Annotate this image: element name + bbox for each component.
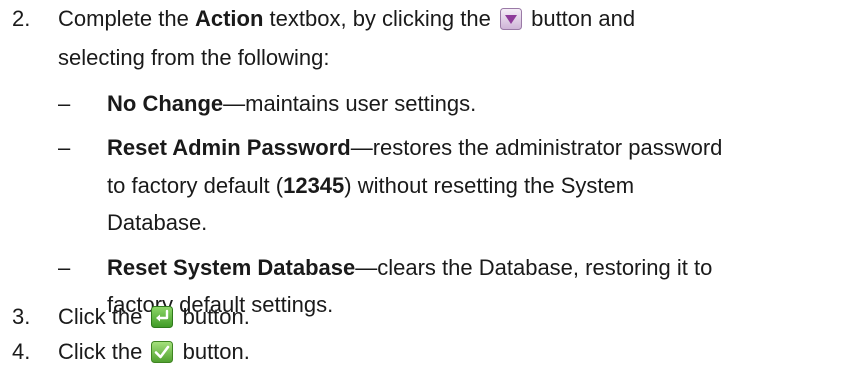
option-reset-admin-line-3: Database. (107, 210, 208, 235)
instruction-document: 2. Complete the Action textbox, by click… (0, 0, 864, 374)
step-3-text: Click the (58, 304, 149, 329)
step-2-text: textbox, by clicking the (263, 6, 497, 31)
option-term: No Change (107, 91, 224, 116)
step-2-number: 2. (12, 6, 31, 31)
step-2-line-2: selecting from the following: (58, 45, 330, 70)
step-4-text: button. (176, 339, 250, 364)
option-reset-db-line-1: Reset System Database—clears the Databas… (107, 255, 712, 281)
option-bullet: – (58, 255, 71, 280)
dropdown-arrow-icon (499, 8, 522, 30)
option-bullet: – (58, 91, 71, 116)
checkmark-icon (151, 341, 174, 363)
step-2-text: Complete the (58, 6, 195, 31)
action-term: Action (194, 6, 264, 31)
option-term: Reset Admin Password (107, 135, 351, 160)
option-no-change: No Change—maintains user settings. (107, 91, 476, 117)
option-term: Reset System Database (107, 255, 356, 280)
step-3-line: Click the button. (58, 304, 250, 330)
option-desc: —restores the administrator password (350, 135, 723, 160)
option-bullet: – (58, 135, 71, 160)
step-4-text: Click the (58, 339, 149, 364)
enter-return-icon (151, 306, 174, 328)
step-3-number: 3. (12, 304, 31, 329)
option-desc: to factory default ( (107, 173, 284, 198)
default-password: 12345 (283, 173, 345, 198)
option-desc: —maintains user settings. (223, 91, 477, 116)
option-reset-admin-line-1: Reset Admin Password—restores the admini… (107, 135, 722, 161)
step-4-number: 4. (12, 339, 31, 364)
step-4-line: Click the button. (58, 339, 250, 365)
option-desc: ) without resetting the System (344, 173, 635, 198)
step-2-text: button and (524, 6, 636, 31)
step-3-text: button. (176, 304, 250, 329)
option-desc: —clears the Database, restoring it to (355, 255, 713, 280)
step-2-line-1: Complete the Action textbox, by clicking… (58, 6, 635, 32)
option-reset-admin-line-2: to factory default (12345) without reset… (107, 173, 634, 199)
